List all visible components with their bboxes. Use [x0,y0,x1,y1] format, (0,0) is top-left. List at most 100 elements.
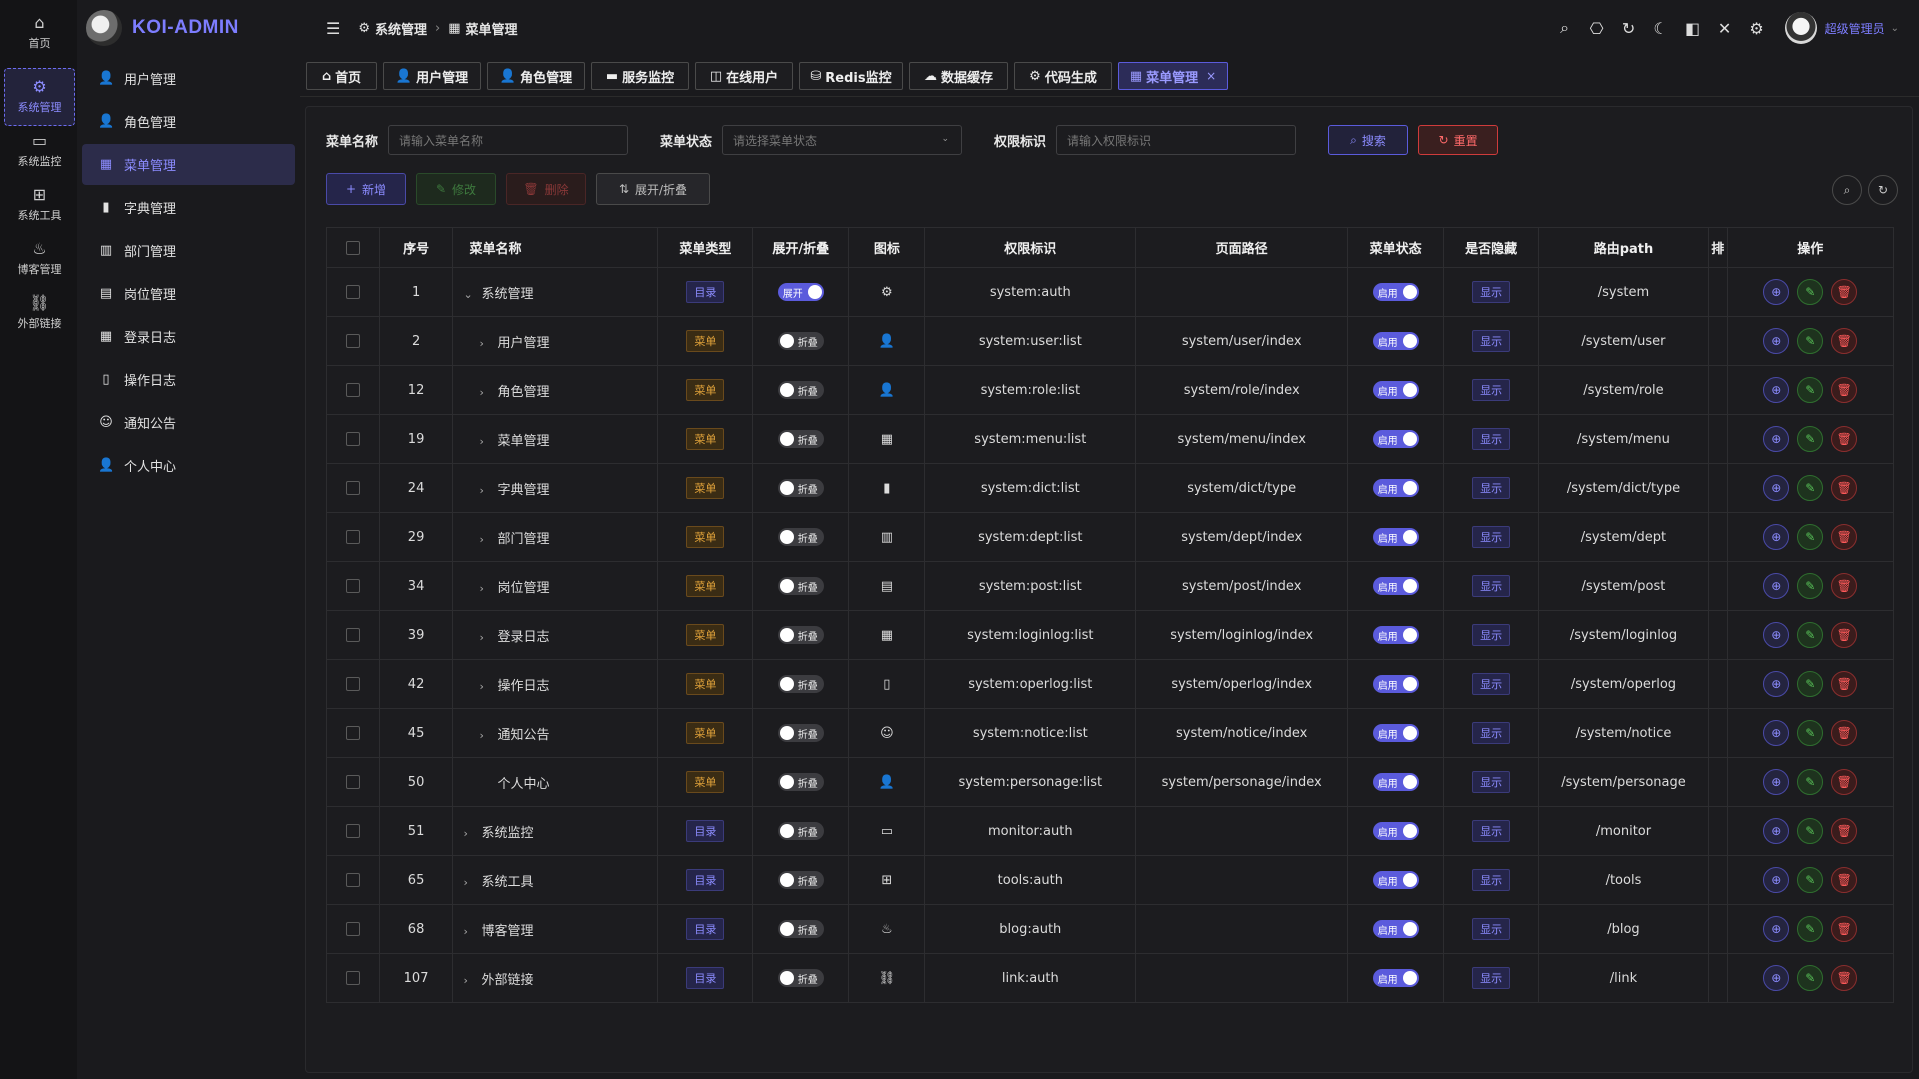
tab[interactable]: ▦ 菜单管理 × [1118,62,1228,90]
sidebar-item[interactable]: ▥ 部门管理 [82,230,295,271]
status-toggle[interactable]: 启用 [1372,332,1419,350]
expand-toggle[interactable]: 折叠 [777,675,824,693]
add-child-button[interactable]: ⊕ [1763,328,1790,354]
delete-row-button[interactable]: 🗑 [1831,524,1858,550]
rail-item[interactable]: ⚙ 系统管理 [4,68,75,126]
edit-row-button[interactable]: ✎ [1797,867,1824,893]
expand-arrow-icon[interactable]: › [463,876,477,889]
edit-row-button[interactable]: ✎ [1797,475,1824,501]
user-name[interactable]: 超级管理员 [1825,20,1885,37]
add-child-button[interactable]: ⊕ [1763,867,1790,893]
delete-row-button[interactable]: 🗑 [1831,622,1858,648]
add-child-button[interactable]: ⊕ [1763,622,1790,648]
fullscreen-icon[interactable]: ✕ [1709,19,1741,38]
delete-row-button[interactable]: 🗑 [1831,965,1858,991]
app-logo[interactable]: KOI-ADMIN [86,8,239,48]
expand-arrow-icon[interactable]: › [479,435,493,448]
row-checkbox[interactable] [345,726,360,740]
row-checkbox[interactable] [345,481,360,495]
row-checkbox[interactable] [345,824,360,838]
expand-arrow-icon[interactable]: › [479,631,493,644]
add-child-button[interactable]: ⊕ [1763,475,1790,501]
expand-toggle[interactable]: 折叠 [777,479,824,497]
row-checkbox[interactable] [345,922,360,936]
add-child-button[interactable]: ⊕ [1763,965,1790,991]
sidebar-item[interactable]: 👤 个人中心 [82,445,295,486]
expand-arrow-icon[interactable]: › [479,533,493,546]
expand-collapse-button[interactable]: ⇅ 展开/折叠 [596,173,710,205]
status-toggle[interactable]: 启用 [1372,822,1419,840]
rail-item[interactable]: ▭ 系统监控 [4,122,75,180]
table-row[interactable]: 19 › 菜单管理 菜单 折叠 ▦ system:menu:list system/menu/… [326,414,1895,464]
edit-row-button[interactable]: ✎ [1797,965,1824,991]
expand-arrow-icon[interactable]: › [479,337,493,350]
status-toggle[interactable]: 启用 [1372,528,1419,546]
expand-toggle[interactable]: 折叠 [777,626,824,644]
add-child-button[interactable]: ⊕ [1763,524,1790,550]
tab[interactable]: ◫ 在线用户 [695,62,793,90]
edit-row-button[interactable]: ✎ [1797,622,1824,648]
breadcrumb-item[interactable]: 菜单管理 [466,19,518,38]
edit-row-button[interactable]: ✎ [1797,573,1824,599]
close-icon[interactable]: × [1206,69,1216,83]
rail-item[interactable]: ⛓ 外部链接 [4,284,75,342]
delete-row-button[interactable]: 🗑 [1831,328,1858,354]
status-toggle[interactable]: 启用 [1372,675,1419,693]
expand-arrow-icon[interactable]: ⌄ [463,288,477,301]
menu-fold-icon[interactable]: ☰ [326,19,340,38]
table-row[interactable]: 50 个人中心 菜单 折叠 👤 system:personage:list system/p… [326,757,1895,807]
row-checkbox[interactable] [345,530,360,544]
breadcrumb-item[interactable]: 系统管理 [375,19,427,38]
edit-row-button[interactable]: ✎ [1797,524,1824,550]
delete-row-button[interactable]: 🗑 [1831,671,1858,697]
rail-item[interactable]: ⌂ 首页 [4,4,75,62]
row-checkbox[interactable] [345,873,360,887]
status-toggle[interactable]: 启用 [1372,626,1419,644]
status-select[interactable]: 请选择菜单状态 ⌄ [722,125,963,155]
status-toggle[interactable]: 启用 [1372,381,1419,399]
add-child-button[interactable]: ⊕ [1763,720,1790,746]
reset-button[interactable]: ↻ 重置 [1418,125,1499,155]
status-toggle[interactable]: 启用 [1372,969,1419,987]
expand-toggle[interactable]: 折叠 [777,724,824,742]
expand-arrow-icon[interactable]: › [479,729,493,742]
row-checkbox[interactable] [345,677,360,691]
perm-input[interactable]: 请输入权限标识 [1056,125,1297,155]
sidebar-item[interactable]: 👤 用户管理 [82,58,295,99]
add-child-button[interactable]: ⊕ [1763,377,1790,403]
row-checkbox[interactable] [345,579,360,593]
expand-toggle[interactable]: 折叠 [777,430,824,448]
table-row[interactable]: 2 › 用户管理 菜单 折叠 👤 system:user:list system/user/i… [326,316,1895,366]
expand-arrow-icon[interactable]: › [479,680,493,693]
edit-row-button[interactable]: ✎ [1797,818,1824,844]
delete-row-button[interactable]: 🗑 [1831,426,1858,452]
table-row[interactable]: 51 › 系统监控 目录 折叠 ▭ monitor:auth 启用 显示/monitor ⊕ ✎ 🗑 [326,806,1895,856]
row-checkbox[interactable] [345,334,360,348]
table-row[interactable]: 107 › 外部链接 目录 折叠 ⛓ link:auth 启用 显示/link ⊕ ✎ 🗑 [326,953,1895,1003]
rail-item[interactable]: ♨ 博客管理 [4,230,75,288]
expand-toggle[interactable]: 折叠 [777,773,824,791]
expand-toggle[interactable]: 折叠 [777,822,824,840]
add-child-button[interactable]: ⊕ [1763,916,1790,942]
status-toggle[interactable]: 启用 [1372,773,1419,791]
rail-item[interactable]: ⊞ 系统工具 [4,176,75,234]
add-child-button[interactable]: ⊕ [1763,426,1790,452]
edit-row-button[interactable]: ✎ [1797,426,1824,452]
add-child-button[interactable]: ⊕ [1763,671,1790,697]
settings-icon[interactable]: ⚙ [1741,19,1773,38]
search-button[interactable]: ⌕ 搜索 [1328,125,1409,155]
delete-row-button[interactable]: 🗑 [1831,818,1858,844]
expand-arrow-icon[interactable]: › [463,925,477,938]
status-toggle[interactable]: 启用 [1372,871,1419,889]
status-toggle[interactable]: 启用 [1372,920,1419,938]
delete-row-button[interactable]: 🗑 [1831,916,1858,942]
status-toggle[interactable]: 启用 [1372,577,1419,595]
expand-arrow-icon[interactable]: › [463,827,477,840]
delete-row-button[interactable]: 🗑 [1831,377,1858,403]
expand-toggle[interactable]: 折叠 [777,528,824,546]
expand-toggle[interactable]: 折叠 [777,920,824,938]
table-row[interactable]: 65 › 系统工具 目录 折叠 ⊞ tools:auth 启用 显示/tools ⊕ ✎ 🗑 [326,855,1895,905]
add-child-button[interactable]: ⊕ [1763,769,1790,795]
expand-arrow-icon[interactable]: › [479,386,493,399]
add-child-button[interactable]: ⊕ [1763,818,1790,844]
